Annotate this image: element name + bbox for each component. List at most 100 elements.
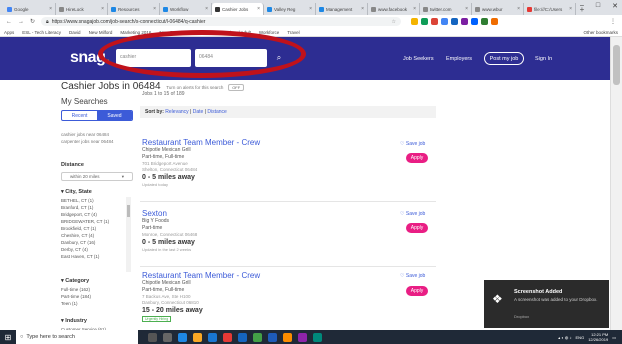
explorer-icon[interactable] — [193, 332, 202, 342]
browser-tab[interactable]: HireLock × — [56, 3, 108, 15]
extension-icon[interactable] — [491, 18, 499, 25]
city-filter-item[interactable]: Brookfield, CT (1) — [61, 225, 127, 232]
scrollbar-thumb[interactable] — [613, 45, 620, 85]
nav-job-seekers[interactable]: Job Seekers — [403, 56, 434, 62]
clock[interactable]: 12:21 PM 12/26/2019 — [588, 332, 608, 342]
word-icon[interactable] — [268, 332, 277, 342]
bookmark-item[interactable]: David — [69, 30, 81, 35]
dropbox-notification[interactable]: ❖ Screenshot Added A screenshot was adde… — [484, 280, 609, 328]
apply-button[interactable]: Apply — [406, 223, 428, 233]
browser-tab[interactable]: Google × — [4, 3, 56, 15]
bookmark-star-icon[interactable]: ☆ — [392, 19, 396, 25]
close-window-button[interactable]: ✕ — [612, 2, 618, 10]
city-filter-item[interactable]: Cheshire, CT (4) — [61, 232, 127, 239]
browser-tab[interactable]: Management × — [316, 3, 368, 15]
browser-tab[interactable]: www.wbur × — [472, 3, 524, 15]
extension-icon[interactable] — [441, 18, 449, 25]
job-title-link[interactable]: Restaurant Team Member - Crew — [142, 271, 436, 280]
extension-icon[interactable] — [471, 18, 479, 25]
sort-relevancy[interactable]: Relevancy — [165, 109, 188, 115]
extension-icon[interactable] — [481, 18, 489, 25]
city-filter-item[interactable]: Danbury, CT (16) — [61, 239, 127, 246]
page-scrollbar[interactable] — [610, 37, 622, 330]
city-list-scrollbar[interactable] — [126, 197, 131, 272]
extension-icon[interactable] — [411, 18, 419, 25]
location-search-input[interactable]: 06484 — [195, 49, 267, 67]
forward-icon[interactable]: → — [18, 19, 24, 25]
close-tab-icon[interactable]: × — [309, 6, 312, 12]
apply-button[interactable]: Apply — [406, 286, 428, 296]
edge-icon[interactable] — [178, 332, 187, 342]
category-filter-item[interactable]: Full-time (162) — [61, 286, 91, 293]
mail-icon[interactable] — [238, 332, 247, 342]
app-icon[interactable] — [298, 332, 307, 342]
browser-tab[interactable]: www.facebook × — [368, 3, 420, 15]
browser-tab[interactable]: twitter.com × — [420, 3, 472, 15]
close-tab-icon[interactable]: × — [413, 6, 416, 12]
browser-tab[interactable]: Workflow × — [160, 3, 212, 15]
close-tab-icon[interactable]: × — [49, 6, 52, 12]
close-tab-icon[interactable]: × — [153, 6, 156, 12]
city-filter-item[interactable]: Bridgeport, CT (4) — [61, 211, 127, 218]
post-job-button[interactable]: Post my job — [484, 52, 524, 65]
back-icon[interactable]: ← — [6, 19, 12, 25]
saved-search-item[interactable]: cashier jobs near 06484 — [61, 131, 114, 138]
bookmark-item[interactable]: Apps — [4, 30, 14, 35]
bookmark-item[interactable]: Travel — [287, 30, 299, 35]
city-filter-item[interactable]: Derby, CT (4) — [61, 246, 127, 253]
close-tab-icon[interactable]: × — [101, 6, 104, 12]
extension-icon[interactable] — [461, 18, 469, 25]
job-title-link[interactable]: Sexton — [142, 209, 436, 218]
city-scroll-thumb[interactable] — [127, 205, 130, 217]
bookmark-item[interactable]: Workforce — [259, 30, 279, 35]
tab-recent[interactable]: Recent — [62, 111, 97, 120]
city-filter-item[interactable]: Branford, CT (1) — [61, 204, 127, 211]
extension-icon[interactable] — [451, 18, 459, 25]
apply-button[interactable]: Apply — [406, 153, 428, 163]
close-tab-icon[interactable]: × — [257, 6, 260, 12]
mic-icon[interactable] — [148, 332, 157, 342]
close-tab-icon[interactable]: × — [517, 6, 520, 12]
windows-start-icon[interactable]: ⊞ — [0, 330, 16, 344]
task-view-icon[interactable] — [163, 332, 172, 342]
save-job-button[interactable]: ♡ Save job — [400, 141, 425, 147]
search-button[interactable]: ⌕ — [269, 49, 289, 67]
extension-icon[interactable] — [431, 18, 439, 25]
tab-saved[interactable]: Saved — [97, 111, 132, 120]
app-icon[interactable] — [283, 332, 292, 342]
url-text[interactable]: https://www.snagajob.com/job-search/s-co… — [52, 19, 206, 25]
bookmark-item[interactable]: Marketing 2016 — [120, 30, 151, 35]
saved-search-item[interactable]: carpenter jobs near 06484 — [61, 138, 114, 145]
bookmark-item[interactable]: ESL - Tech Literacy — [22, 30, 61, 35]
category-filter-item[interactable]: Part-time (184) — [61, 293, 91, 300]
bookmark-item[interactable]: Valley Regional Adult — [209, 30, 251, 35]
nav-employers[interactable]: Employers — [446, 56, 472, 62]
browser-tab[interactable]: Resources × — [108, 3, 160, 15]
sort-distance[interactable]: Distance — [207, 109, 226, 115]
maximize-button[interactable]: □ — [596, 2, 600, 10]
category-filter-item[interactable]: Teen (1) — [61, 300, 91, 307]
extension-icon[interactable] — [421, 18, 429, 25]
language-indicator[interactable]: ENG — [576, 335, 585, 340]
city-filter-item[interactable]: BETHEL, CT (1) — [61, 197, 127, 204]
save-job-button[interactable]: ♡ Save job — [400, 273, 425, 279]
keyword-search-input[interactable]: cashier — [116, 49, 191, 67]
photos-icon[interactable] — [253, 332, 262, 342]
browser-tab[interactable]: file:///C:/Users × — [524, 3, 576, 15]
other-bookmarks[interactable]: Other bookmarks — [583, 30, 618, 35]
close-tab-icon[interactable]: × — [569, 6, 572, 12]
app-icon[interactable] — [313, 332, 322, 342]
city-filter-item[interactable]: BRIDGEWATER, CT (1) — [61, 218, 127, 225]
tray-icons[interactable]: ▴ ◐ ◍ ♪ — [558, 335, 571, 340]
job-title-link[interactable]: Restaurant Team Member - Crew — [142, 138, 436, 147]
close-tab-icon[interactable]: × — [361, 6, 364, 12]
save-job-button[interactable]: ♡ Save job — [400, 211, 425, 217]
close-tab-icon[interactable]: × — [205, 6, 208, 12]
bookmark-item[interactable]: New Milford — [89, 30, 113, 35]
browser-tab[interactable]: Cashier Jobs × — [212, 3, 264, 15]
address-bar[interactable]: 🔒︎ https://www.snagajob.com/job-search/s… — [41, 17, 402, 26]
city-filter-item[interactable]: East Haven, CT (1) — [61, 253, 127, 260]
chrome-icon[interactable] — [223, 332, 232, 342]
notifications-icon[interactable]: ▭ — [612, 335, 616, 340]
alert-toggle[interactable]: OFF — [228, 84, 245, 91]
